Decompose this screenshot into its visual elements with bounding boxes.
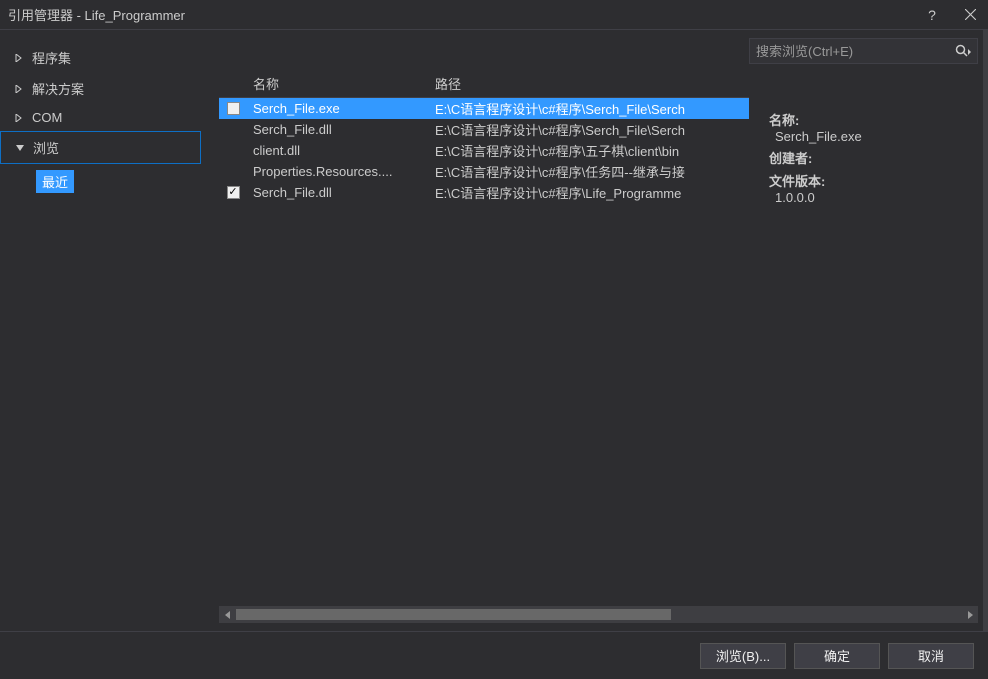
table-row[interactable]: Properties.Resources....E:\C语言程序设计\c#程序\… xyxy=(219,161,749,182)
scroll-thumb[interactable] xyxy=(236,609,671,620)
column-header-path[interactable]: 路径 xyxy=(429,70,749,97)
chevron-right-icon xyxy=(12,82,26,96)
chevron-right-icon xyxy=(12,111,26,125)
sidebar-item-assemblies[interactable]: 程序集 xyxy=(0,42,201,73)
sidebar: 程序集 解决方案 COM 浏览 最近 xyxy=(0,30,201,631)
sidebar-item-browse[interactable]: 浏览 xyxy=(0,131,201,164)
sidebar-item-label: 浏览 xyxy=(33,138,59,157)
column-header-name[interactable]: 名称 xyxy=(247,70,429,97)
table-row[interactable]: client.dllE:\C语言程序设计\c#程序\五子棋\client\bin xyxy=(219,140,749,161)
row-path: E:\C语言程序设计\c#程序\任务四--继承与接 xyxy=(429,162,749,181)
cancel-button[interactable]: 取消 xyxy=(888,643,974,669)
search-icon[interactable] xyxy=(955,44,971,58)
detail-name-value: Serch_File.exe xyxy=(775,129,978,144)
table-row[interactable]: Serch_File.dllE:\C语言程序设计\c#程序\Serch_File… xyxy=(219,119,749,140)
row-name: Properties.Resources.... xyxy=(247,164,429,179)
sidebar-item-com[interactable]: COM xyxy=(0,104,201,131)
search-box[interactable] xyxy=(749,38,978,64)
row-name: Serch_File.dll xyxy=(247,122,429,137)
sidebar-item-label: 解决方案 xyxy=(32,79,84,98)
checkbox[interactable] xyxy=(227,102,240,115)
row-name: client.dll xyxy=(247,143,429,158)
row-path: E:\C语言程序设计\c#程序\五子棋\client\bin xyxy=(429,141,749,160)
sidebar-sub-recent[interactable]: 最近 xyxy=(36,170,74,193)
ok-button[interactable]: 确定 xyxy=(794,643,880,669)
sidebar-item-solution[interactable]: 解决方案 xyxy=(0,73,201,104)
row-path: E:\C语言程序设计\c#程序\Life_Programme xyxy=(429,183,749,202)
window-title: 引用管理器 - Life_Programmer xyxy=(8,5,922,24)
table-row[interactable]: ✓ Serch_File.dllE:\C语言程序设计\c#程序\Life_Prog… xyxy=(219,182,749,203)
vertical-scrollbar[interactable] xyxy=(983,30,988,631)
row-name: Serch_File.dll xyxy=(247,185,429,200)
search-input[interactable] xyxy=(756,44,955,59)
detail-creator-label: 创建者: xyxy=(769,148,978,167)
row-name: Serch_File.exe xyxy=(247,101,429,116)
sidebar-item-label: COM xyxy=(32,110,62,125)
details-panel: 名称: Serch_File.exe 创建者: 文件版本: 1.0.0.0 xyxy=(759,66,988,606)
table-row[interactable]: Serch_File.exeE:\C语言程序设计\c#程序\Serch_File… xyxy=(219,98,749,119)
reference-list: 名称 路径 Serch_File.exeE:\C语言程序设计\c#程序\Serc… xyxy=(219,70,749,606)
list-header: 名称 路径 xyxy=(219,70,749,98)
detail-version-value: 1.0.0.0 xyxy=(775,190,978,205)
sidebar-item-label: 程序集 xyxy=(32,48,71,67)
row-path: E:\C语言程序设计\c#程序\Serch_File\Serch xyxy=(429,99,749,118)
footer: 浏览(B)... 确定 取消 xyxy=(0,631,988,679)
chevron-down-icon xyxy=(13,141,27,155)
row-path: E:\C语言程序设计\c#程序\Serch_File\Serch xyxy=(429,120,749,139)
checkbox[interactable]: ✓ xyxy=(227,186,240,199)
detail-version-label: 文件版本: xyxy=(769,171,978,190)
scroll-right-icon[interactable] xyxy=(961,606,978,623)
help-icon[interactable]: ? xyxy=(922,5,942,25)
chevron-right-icon xyxy=(12,51,26,65)
scroll-left-icon[interactable] xyxy=(219,606,236,623)
detail-name-label: 名称: xyxy=(769,110,978,129)
horizontal-scrollbar[interactable] xyxy=(219,606,978,623)
titlebar: 引用管理器 - Life_Programmer ? xyxy=(0,0,988,30)
close-icon[interactable] xyxy=(960,5,980,25)
browse-button[interactable]: 浏览(B)... xyxy=(700,643,786,669)
